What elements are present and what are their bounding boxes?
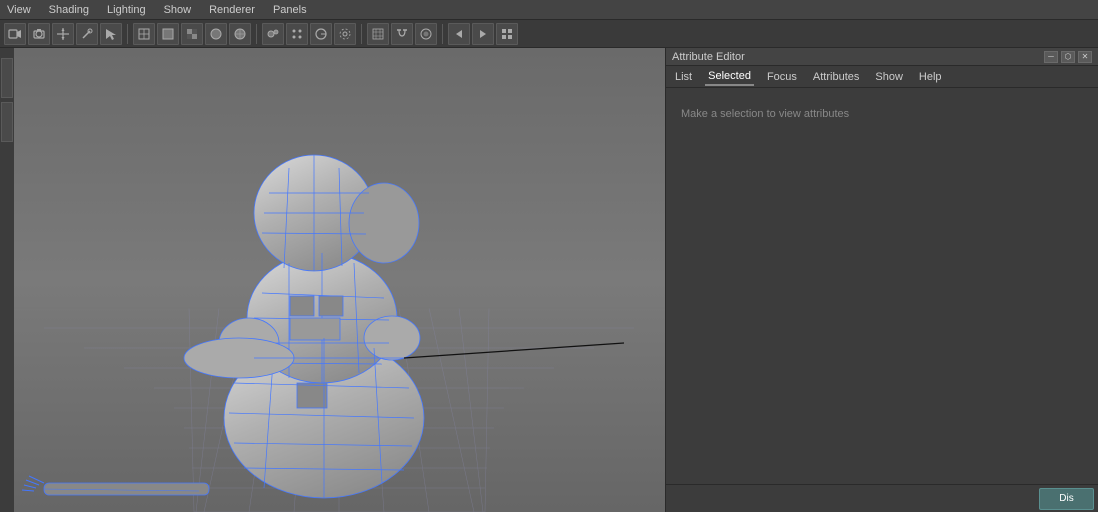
- menu-item-view[interactable]: View: [4, 4, 34, 16]
- menu-item-show[interactable]: Show: [161, 4, 195, 16]
- attr-hint-text: Make a selection to view attributes: [681, 108, 849, 120]
- smooth-btn[interactable]: [205, 23, 227, 45]
- brush-btn[interactable]: [76, 23, 98, 45]
- snap-grid-btn[interactable]: [367, 23, 389, 45]
- separator-1: [127, 24, 128, 44]
- attr-minimize-btn[interactable]: ─: [1044, 51, 1058, 63]
- viewport-3d[interactable]: [14, 48, 665, 512]
- main-layout: Attribute Editor ─ ⬡ ✕ List Selected Foc…: [0, 48, 1098, 512]
- menu-item-renderer[interactable]: Renderer: [206, 4, 258, 16]
- left-strip: [0, 48, 14, 512]
- list-btn[interactable]: [496, 23, 518, 45]
- history-back-btn[interactable]: [448, 23, 470, 45]
- obj-display-btn[interactable]: [262, 23, 284, 45]
- magnet-btn[interactable]: [391, 23, 413, 45]
- textured-btn[interactable]: [181, 23, 203, 45]
- wireframe-btn[interactable]: [133, 23, 155, 45]
- attr-bottom-bar: Dis: [666, 484, 1098, 512]
- menu-bar: View Shading Lighting Show Renderer Pane…: [0, 0, 1098, 20]
- menu-item-lighting[interactable]: Lighting: [104, 4, 149, 16]
- select-btn[interactable]: [100, 23, 122, 45]
- attr-menu-help[interactable]: Help: [916, 69, 945, 85]
- menu-item-panels[interactable]: Panels: [270, 4, 310, 16]
- display-btn[interactable]: Dis: [1039, 488, 1094, 510]
- smooth-wire-btn[interactable]: [229, 23, 251, 45]
- attr-editor-title: Attribute Editor: [672, 51, 745, 63]
- settings-btn[interactable]: [334, 23, 356, 45]
- shaded-btn[interactable]: [157, 23, 179, 45]
- menu-item-shading[interactable]: Shading: [46, 4, 92, 16]
- toolbar: [0, 20, 1098, 48]
- points-btn[interactable]: [286, 23, 308, 45]
- attr-close-btn[interactable]: ✕: [1078, 51, 1092, 63]
- attr-menu-focus[interactable]: Focus: [764, 69, 800, 85]
- soft-select-btn[interactable]: [415, 23, 437, 45]
- viewport-panel[interactable]: [0, 48, 665, 512]
- separator-3: [361, 24, 362, 44]
- separator-2: [256, 24, 257, 44]
- attr-title-buttons: ─ ⬡ ✕: [1044, 51, 1092, 63]
- separator-4: [442, 24, 443, 44]
- camera-btn[interactable]: [28, 23, 50, 45]
- attr-menu-selected[interactable]: Selected: [705, 68, 754, 86]
- strip-btn-2[interactable]: [1, 102, 13, 142]
- attr-menu-show[interactable]: Show: [872, 69, 906, 85]
- attr-menu-list[interactable]: List: [672, 69, 695, 85]
- history-fwd-btn[interactable]: [472, 23, 494, 45]
- attr-menu: List Selected Focus Attributes Show Help: [666, 66, 1098, 88]
- attr-content: Make a selection to view attributes: [666, 88, 1098, 484]
- attr-menu-attributes[interactable]: Attributes: [810, 69, 862, 85]
- attribute-editor-panel: Attribute Editor ─ ⬡ ✕ List Selected Foc…: [665, 48, 1098, 512]
- circle-btn[interactable]: [310, 23, 332, 45]
- attr-titlebar: Attribute Editor ─ ⬡ ✕: [666, 48, 1098, 66]
- strip-btn-1[interactable]: [1, 58, 13, 98]
- film-camera-btn[interactable]: [4, 23, 26, 45]
- transform-btn[interactable]: [52, 23, 74, 45]
- attr-dock-btn[interactable]: ⬡: [1061, 51, 1075, 63]
